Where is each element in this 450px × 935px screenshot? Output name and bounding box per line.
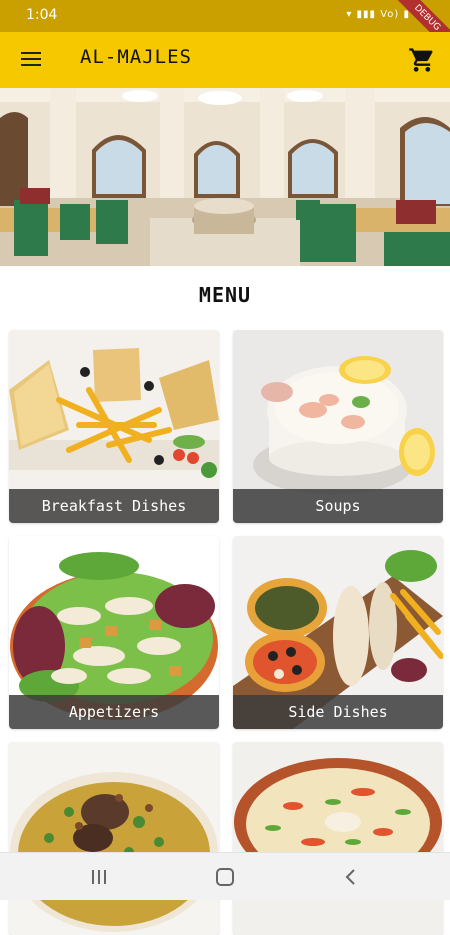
app-bar: AL-MAJLES bbox=[0, 32, 450, 88]
recents-icon[interactable] bbox=[84, 865, 114, 889]
restaurant-hero-image bbox=[0, 88, 450, 266]
category-label: Breakfast Dishes bbox=[9, 489, 219, 523]
category-card-soups[interactable]: Soups bbox=[233, 330, 443, 523]
status-icons: ▾ ▮▮▮ Vo) ▮ bbox=[346, 9, 410, 20]
rice-dish-image bbox=[9, 742, 219, 935]
category-card-breakfast-dishes[interactable]: Breakfast Dishes bbox=[9, 330, 219, 523]
category-card-side-dishes[interactable]: Side Dishes bbox=[233, 536, 443, 729]
category-card-rice-dish[interactable] bbox=[9, 742, 219, 935]
status-bar: 1:04 ▾ ▮▮▮ Vo) ▮ DEBUG bbox=[0, 0, 450, 56]
status-time: 1:04 bbox=[26, 7, 58, 23]
menu-section-title: MENU bbox=[198, 283, 252, 307]
home-icon[interactable] bbox=[210, 865, 240, 889]
category-card-appetizers[interactable]: Appetizers bbox=[9, 536, 219, 729]
system-nav-bar bbox=[0, 852, 450, 900]
back-icon[interactable] bbox=[336, 865, 366, 889]
app-title: AL-MAJLES bbox=[80, 46, 192, 68]
pizza-image bbox=[233, 742, 443, 935]
category-label: Appetizers bbox=[9, 695, 219, 729]
category-label: Soups bbox=[233, 489, 443, 523]
hamburger-menu-icon[interactable] bbox=[18, 48, 44, 72]
category-label: Side Dishes bbox=[233, 695, 443, 729]
category-card-pizza[interactable] bbox=[233, 742, 443, 935]
shopping-cart-icon[interactable] bbox=[408, 46, 436, 74]
